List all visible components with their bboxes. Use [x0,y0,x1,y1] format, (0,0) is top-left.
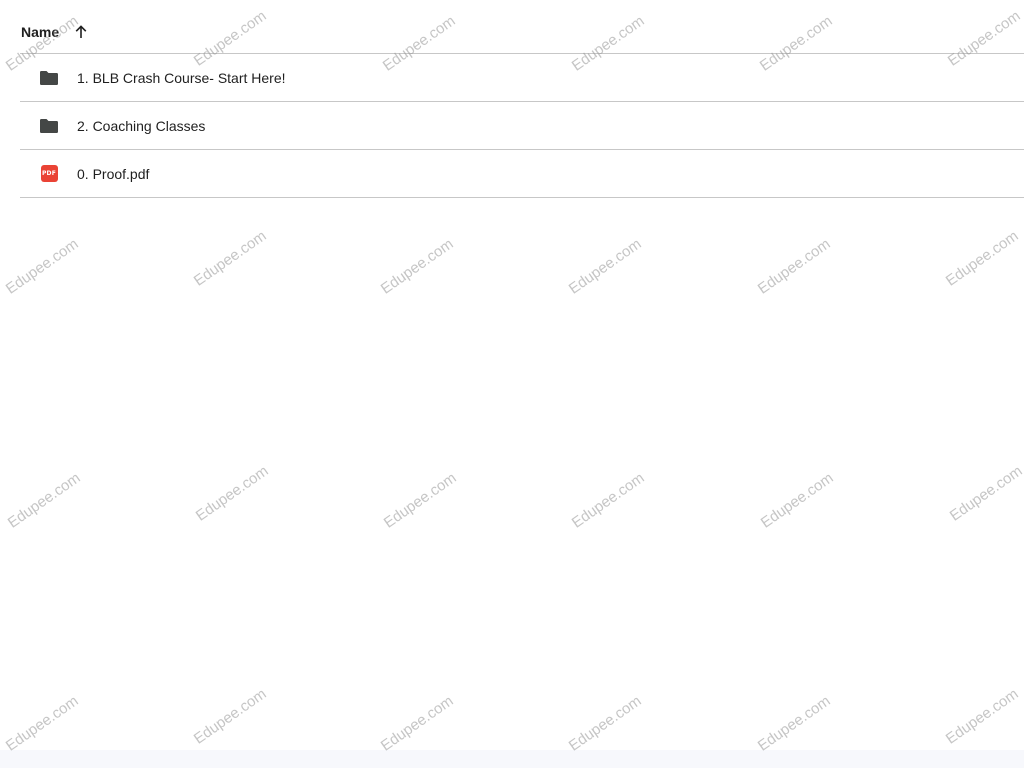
watermark: Edupee.com [190,685,270,748]
sort-direction-button[interactable] [69,20,93,44]
file-row-label: 1. BLB Crash Course- Start Here! [77,69,286,86]
watermark: Edupee.com [377,235,457,298]
file-row-folder-2[interactable]: 2. Coaching Classes [20,102,1024,150]
file-row-folder-1[interactable]: 1. BLB Crash Course- Start Here! [20,54,1024,102]
file-row-label: 2. Coaching Classes [77,117,206,134]
watermark: Edupee.com [4,469,84,532]
bottom-strip [0,750,1024,768]
folder-icon [39,68,59,88]
watermark: Edupee.com [377,692,457,755]
watermark: Edupee.com [757,469,837,532]
file-row-label: 0. Proof.pdf [77,165,150,182]
watermark: Edupee.com [190,227,270,290]
file-row-pdf[interactable]: PDF 0. Proof.pdf [20,150,1024,198]
pdf-icon-badge: PDF [40,165,58,182]
watermark: Edupee.com [946,462,1024,525]
file-browser-page: Name 1. BLB Crash Course- Start Here! 2.… [0,0,1024,768]
file-list: Name 1. BLB Crash Course- Start Here! 2.… [20,10,1024,198]
watermark: Edupee.com [2,235,82,298]
file-list-header: Name [20,10,1024,54]
watermark: Edupee.com [2,692,82,755]
watermark: Edupee.com [942,227,1022,290]
watermark: Edupee.com [380,469,460,532]
watermark: Edupee.com [192,462,272,525]
pdf-icon: PDF [39,164,59,184]
folder-icon [39,116,59,136]
watermark: Edupee.com [754,692,834,755]
watermark: Edupee.com [565,235,645,298]
name-column-header[interactable]: Name [21,24,59,40]
watermark: Edupee.com [565,692,645,755]
watermark: Edupee.com [942,685,1022,748]
watermark: Edupee.com [754,235,834,298]
arrow-upward-icon [75,24,87,38]
watermark: Edupee.com [568,469,648,532]
